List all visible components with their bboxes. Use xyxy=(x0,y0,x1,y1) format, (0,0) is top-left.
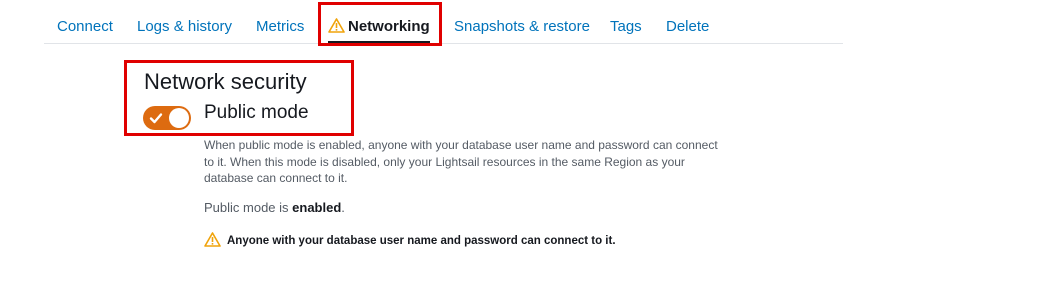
tab-metrics[interactable]: Metrics xyxy=(256,17,304,37)
tab-snapshots-restore[interactable]: Snapshots & restore xyxy=(454,17,590,37)
networking-tab-highlight xyxy=(318,2,442,46)
section-title: Network security xyxy=(144,69,307,94)
warning-icon xyxy=(204,232,221,252)
tab-delete[interactable]: Delete xyxy=(666,17,709,37)
tab-connect[interactable]: Connect xyxy=(57,17,113,37)
public-mode-toggle[interactable] xyxy=(143,106,191,130)
public-mode-label: Public mode xyxy=(204,102,309,123)
public-mode-status: Public mode is enabled. xyxy=(204,200,345,216)
public-mode-warning: Anyone with your database user name and … xyxy=(204,232,616,252)
networking-page: Connect Logs & history Metrics Networkin… xyxy=(0,0,1045,301)
tab-logs-history[interactable]: Logs & history xyxy=(137,17,232,37)
status-value: enabled xyxy=(292,200,342,215)
check-icon xyxy=(149,111,163,130)
status-suffix: . xyxy=(341,200,345,215)
tab-tags[interactable]: Tags xyxy=(610,17,642,37)
status-prefix: Public mode is xyxy=(204,200,293,215)
public-mode-description: When public mode is enabled, anyone with… xyxy=(204,138,718,185)
warning-text: Anyone with your database user name and … xyxy=(227,235,616,247)
toggle-knob xyxy=(169,108,189,128)
tab-bar: Connect Logs & history Metrics Networkin… xyxy=(44,0,843,44)
